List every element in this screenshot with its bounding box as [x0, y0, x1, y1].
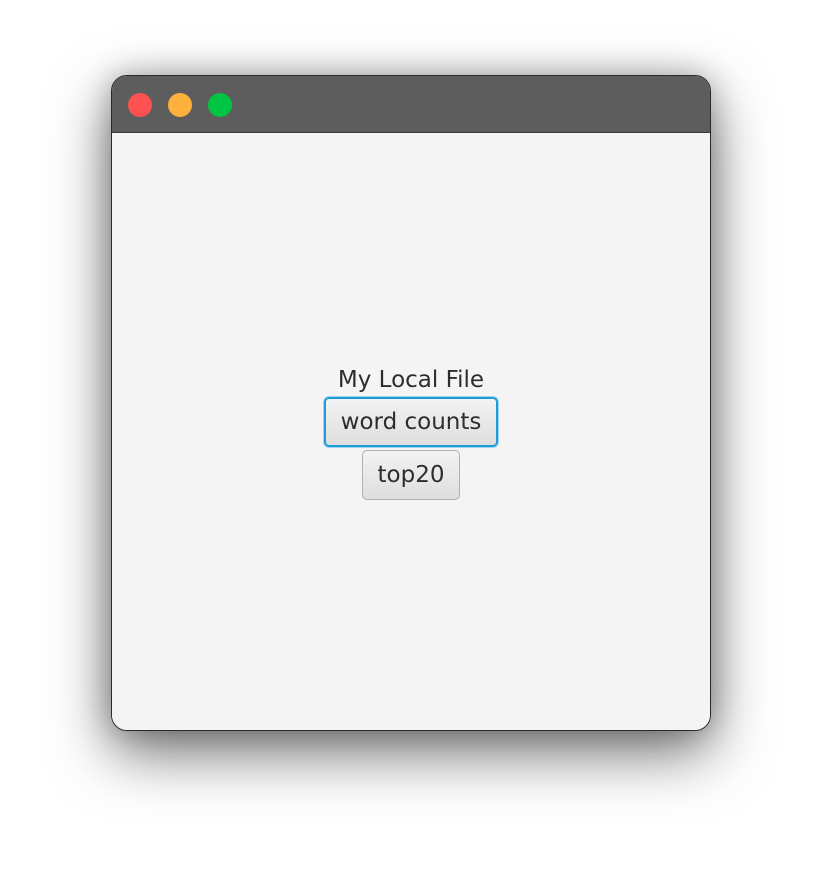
zoom-window-icon[interactable] — [208, 93, 232, 117]
title-bar[interactable] — [112, 76, 710, 133]
word-counts-button[interactable]: word counts — [323, 397, 499, 447]
window-content: My Local File word counts top20 — [112, 133, 710, 730]
control-stack: My Local File word counts top20 — [112, 365, 710, 500]
close-window-icon[interactable] — [128, 93, 152, 117]
app-window: My Local File word counts top20 — [111, 75, 711, 731]
file-label: My Local File — [337, 367, 485, 393]
top20-button[interactable]: top20 — [361, 450, 461, 500]
minimize-window-icon[interactable] — [168, 93, 192, 117]
